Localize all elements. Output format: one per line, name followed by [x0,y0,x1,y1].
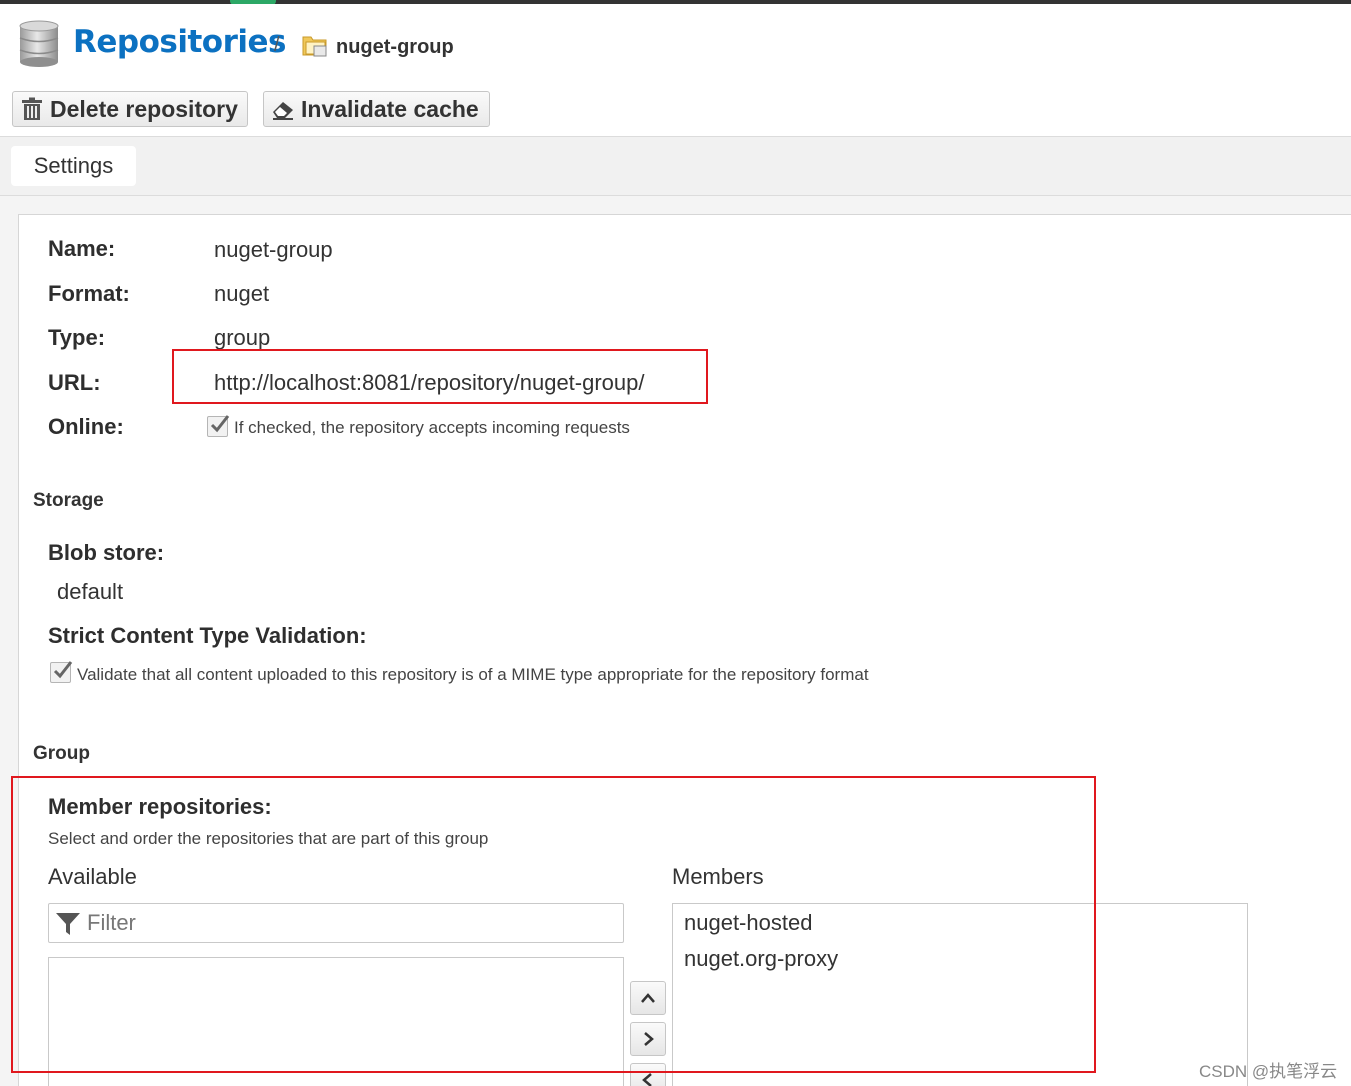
watermark: CSDN @执笔浮云 [1199,1062,1338,1081]
online-label: Online: [48,414,124,439]
eraser-icon [273,102,293,120]
format-label: Format: [48,281,130,306]
toolbar: Delete repository Invalidate cache [0,88,1351,136]
delete-repository-label: Delete repository [50,95,238,122]
strict-content-type-checkbox[interactable] [50,661,73,683]
page-title[interactable]: Repositories [73,24,286,60]
online-help-text: If checked, the repository accepts incom… [234,418,630,437]
blob-store-label: Blob store: [48,540,165,565]
checkmark-icon [210,415,230,433]
checkmark-icon [53,661,73,679]
tab-settings[interactable]: Settings [11,146,136,186]
tab-strip: Settings [0,136,1351,196]
trash-icon [22,97,42,120]
group-section-title: Group [33,743,90,764]
storage-section-title: Storage [33,490,104,511]
type-label: Type: [48,325,106,350]
name-label: Name: [48,236,116,261]
database-icon [19,20,59,67]
invalidate-cache-button[interactable]: Invalidate cache [263,91,490,127]
type-value: group [214,325,271,350]
breadcrumb-repository: nuget-group [336,36,454,58]
online-checkbox[interactable] [207,415,230,437]
invalidate-cache-label: Invalidate cache [301,95,479,122]
page-header: Repositories / nuget-group [0,4,1351,88]
url-highlight-box [172,349,708,404]
url-label: URL: [48,370,101,395]
blob-store-value: default [57,579,124,604]
name-value: nuget-group [214,237,333,262]
delete-repository-button[interactable]: Delete repository [12,91,248,127]
format-value: nuget [214,281,270,306]
chevron-left-icon [642,1073,652,1086]
strict-content-type-help: Validate that all content uploaded to th… [77,665,869,684]
members-highlight-box [11,776,1096,1073]
strict-content-type-label: Strict Content Type Validation: [48,623,367,648]
breadcrumb-separator: / [274,34,280,56]
folder-icon [302,36,327,57]
